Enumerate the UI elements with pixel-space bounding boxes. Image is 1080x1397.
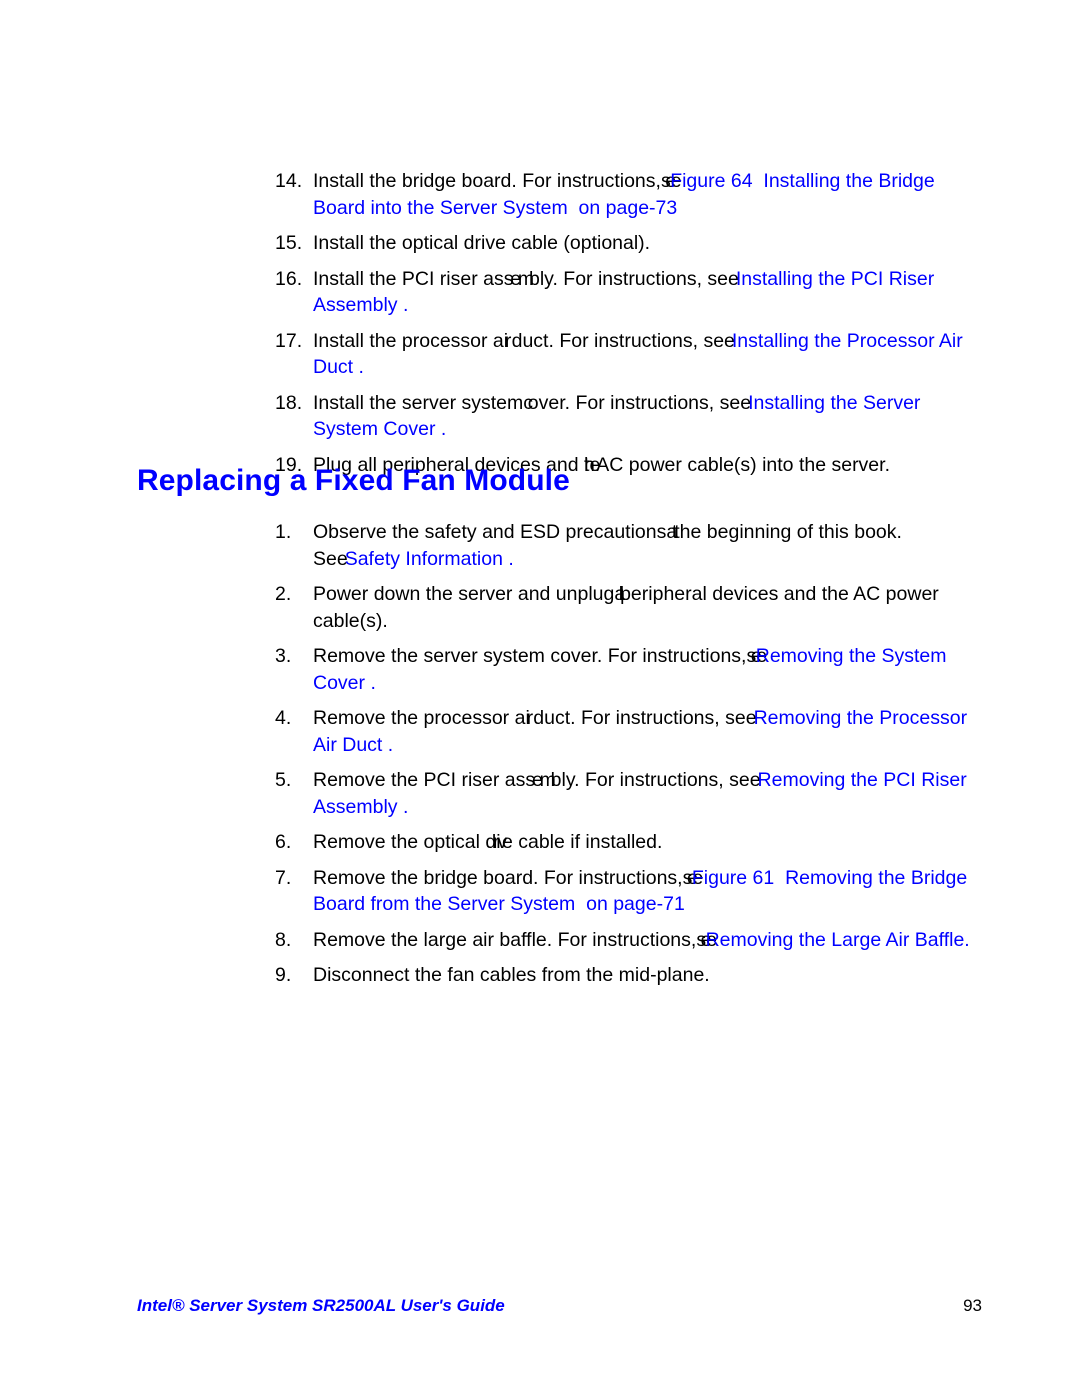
list-item-text-cont: AC power cable(s) into the server. <box>591 453 890 476</box>
list-item-text: Remove the PCI riser as <box>313 769 526 791</box>
install-steps-list: 14. Install the bridge board. For instru… <box>275 168 975 487</box>
reference-period: . <box>508 547 514 570</box>
list-item-text-cont: duct. For instructions, see <box>527 707 757 729</box>
reference-period: . <box>440 418 447 440</box>
list-item-text: Remove the optical <box>313 831 486 853</box>
list-item-number: 9. <box>275 964 292 986</box>
list-item-body: Remove the processor air duct. For instr… <box>313 705 975 758</box>
list-item-text-cont: e cable if installed. <box>501 831 663 853</box>
list-item-text: Install the processor a <box>313 329 504 352</box>
section-reference-link[interactable]: Safety Information <box>345 548 503 570</box>
list-item-body: Install the processor air duct. For inst… <box>313 328 975 381</box>
document-page: 14. Install the bridge board. For instru… <box>0 0 1080 1397</box>
list-item-body: Install the optical drive cable (optiona… <box>313 230 975 257</box>
list-item-number: 16. <box>275 267 303 290</box>
list-item-body: Install the server system cover. For ins… <box>313 390 975 443</box>
list-item-body: Install the PCI riser assembly. For inst… <box>313 266 975 319</box>
list-item-text: Disconnect the fan cables from the mid-p… <box>313 964 710 986</box>
list-item-text: Install the optical drive cable (optiona… <box>313 232 651 254</box>
list-item-text: Install the server system <box>313 391 524 414</box>
list-item-text: Power down the server and unplug <box>313 583 615 605</box>
list-item-number: 3. <box>275 645 292 667</box>
list-item-text-cont: duct. For instructions, see <box>506 329 735 352</box>
page-title: Replacing a Fixed Fan Module <box>137 464 570 497</box>
list-item-text: Remove the bridge board. For instruction… <box>313 866 683 889</box>
reference-period: . <box>964 928 970 951</box>
list-item-body: Remove the PCI riser assembly. For instr… <box>313 767 975 820</box>
list-item: 8. Remove the large air baffle. For inst… <box>275 927 975 954</box>
list-item: 14. Install the bridge board. For instru… <box>275 168 975 221</box>
list-item: 7. Remove the bridge board. For instruct… <box>275 865 975 918</box>
reference-period: . <box>387 733 394 756</box>
list-item-number: 18. <box>275 391 303 414</box>
list-item-body: Power down the server and unplug all per… <box>313 581 975 634</box>
list-item: 2. Power down the server and unplug all … <box>275 581 975 634</box>
list-item-number: 7. <box>275 866 292 889</box>
reference-period: . <box>358 356 364 378</box>
list-item-text: Observe the safety and ESD precautions <box>313 521 667 543</box>
page-reference-number: -73 <box>649 196 678 219</box>
figure-reference-link[interactable]: Figure 64 <box>670 170 752 192</box>
list-item: 3. Remove the server system cover. For i… <box>275 643 975 696</box>
list-item-text: Remove the server system cover. For inst… <box>313 645 747 667</box>
reference-period: . <box>402 294 409 316</box>
list-item: 5. Remove the PCI riser assembly. For in… <box>275 767 975 820</box>
list-item-body: Disconnect the fan cables from the mid-p… <box>313 962 975 989</box>
list-item-number: 17. <box>275 329 303 352</box>
footer-page-number: 93 <box>963 1296 982 1315</box>
list-item: 17. Install the processor air duct. For … <box>275 328 975 381</box>
list-item: 6. Remove the optical drive cable if ins… <box>275 829 975 856</box>
list-item-text: Remove the processor a <box>313 707 526 729</box>
list-item-body: Observe the safety and ESD precautions a… <box>313 519 975 572</box>
overlap-text-fragment: sem <box>525 769 555 791</box>
list-item-text: Install the PCI riser as <box>313 267 504 290</box>
replace-fan-steps-list: 1. Observe the safety and ESD precaution… <box>275 519 975 998</box>
list-item-body: Remove the optical drive cable if instal… <box>313 829 975 856</box>
figure-reference-link[interactable]: Figure 61 <box>692 867 774 889</box>
page-reference-number: -71 <box>656 893 685 915</box>
list-item-body: Remove the bridge board. For instruction… <box>313 865 975 918</box>
reference-period: . <box>370 671 376 694</box>
list-item-number: 15. <box>275 232 303 254</box>
page-reference-label: on page <box>578 196 650 219</box>
overlap-text-fragment: sem <box>503 267 534 290</box>
list-item-text: Install the bridge board. For instructio… <box>313 170 661 192</box>
list-item-number: 8. <box>275 928 292 951</box>
list-item: 16. Install the PCI riser assembly. For … <box>275 266 975 319</box>
list-item-number: 1. <box>275 521 292 543</box>
list-item-number: 6. <box>275 831 292 853</box>
page-reference-label: on page <box>586 893 657 915</box>
list-item: 1. Observe the safety and ESD precaution… <box>275 519 975 572</box>
list-item: 18. Install the server system cover. For… <box>275 390 975 443</box>
list-item-number: 2. <box>275 583 292 605</box>
list-item-number: 14. <box>275 170 303 192</box>
list-item-body: Remove the server system cover. For inst… <box>313 643 975 696</box>
list-item-text-cont: bly. For instructions, see <box>550 769 761 791</box>
section-reference-link[interactable]: Removing the Large Air Baffle <box>706 929 965 951</box>
list-item-text-cont: bly. For instructions, see <box>528 267 739 290</box>
list-item: 9. Disconnect the fan cables from the mi… <box>275 962 975 989</box>
footer-document-title: Intel® Server System SR2500AL User's Gui… <box>137 1296 505 1315</box>
list-item-text: Remove the large air baffle. For instruc… <box>313 928 697 951</box>
reference-period: . <box>402 795 409 818</box>
list-item-body: Remove the large air baffle. For instruc… <box>313 927 975 954</box>
list-item-number: 5. <box>275 769 292 791</box>
list-item-number: 4. <box>275 707 292 729</box>
page-footer: Intel® Server System SR2500AL User's Gui… <box>0 1296 1080 1322</box>
list-item-text-cont: over. For instructions, see <box>527 391 752 414</box>
list-item-body: Install the bridge board. For instructio… <box>313 168 975 221</box>
list-item: 15. Install the optical drive cable (opt… <box>275 230 975 257</box>
list-item: 4. Remove the processor air duct. For in… <box>275 705 975 758</box>
